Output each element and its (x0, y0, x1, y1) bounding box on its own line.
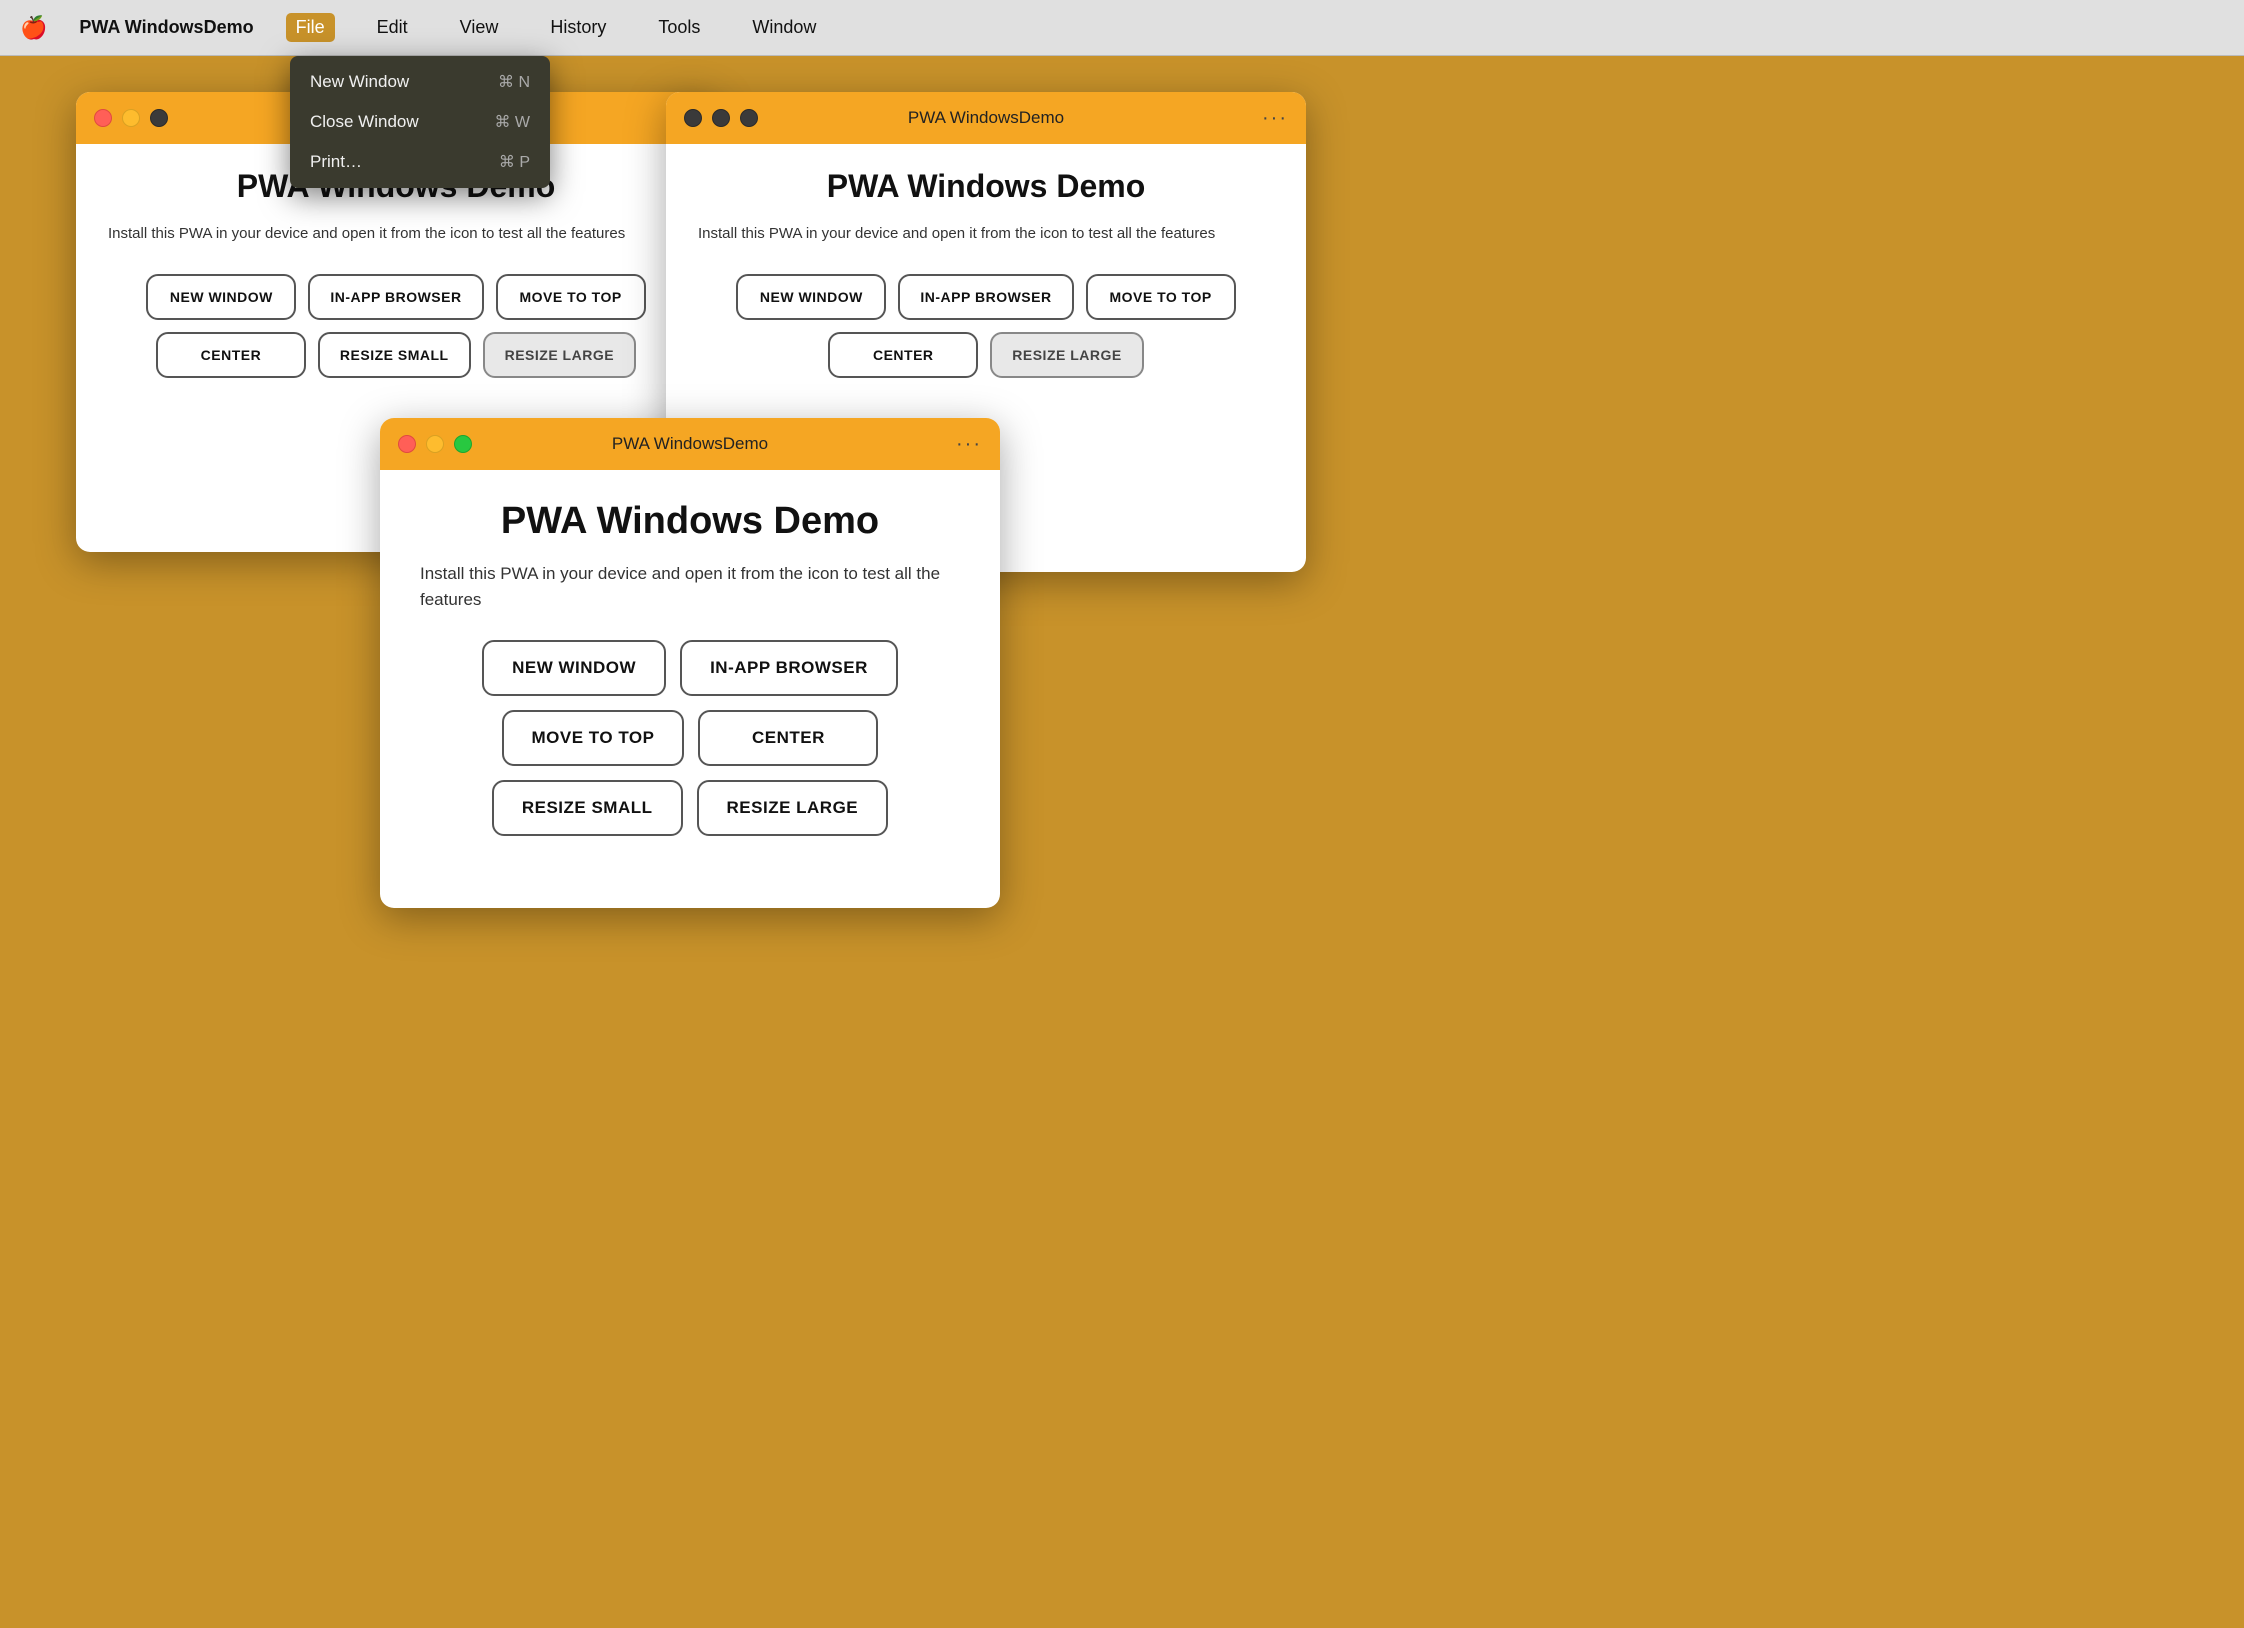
print-shortcut: ⌘ P (499, 152, 530, 172)
window-2-body: PWA Windows Demo Install this PWA in you… (666, 144, 1306, 408)
window-2-btn-resize-large[interactable]: RESIZE LARGE (990, 332, 1143, 378)
new-window-shortcut: ⌘ N (498, 72, 530, 92)
window-2-btn-center[interactable]: CENTER (828, 332, 978, 378)
menu-window[interactable]: Window (742, 13, 826, 42)
window-2-btn-grid: NEW WINDOW IN-APP BROWSER MOVE TO TOP CE… (698, 274, 1274, 378)
window-1-minimize-button[interactable] (122, 109, 140, 127)
menu-view[interactable]: View (450, 13, 509, 42)
window-1-btn-grid: NEW WINDOW IN-APP BROWSER MOVE TO TOP CE… (108, 274, 684, 378)
window-3-app-desc: Install this PWA in your device and open… (420, 561, 960, 612)
close-window-label: Close Window (310, 112, 419, 132)
menu-item-close-window[interactable]: Close Window ⌘ W (290, 102, 550, 142)
window-1-traffic-lights (94, 109, 168, 127)
menu-tools[interactable]: Tools (648, 13, 710, 42)
window-3-minimize-button[interactable] (426, 435, 444, 453)
window-1-close-button[interactable] (94, 109, 112, 127)
window-3-app-title: PWA Windows Demo (420, 500, 960, 543)
window-2-minimize-button[interactable] (712, 109, 730, 127)
menu-item-new-window[interactable]: New Window ⌘ N (290, 62, 550, 102)
window-2-app-desc: Install this PWA in your device and open… (698, 223, 1274, 246)
menu-bar: 🍎 PWA WindowsDemo File Edit View History… (0, 0, 2244, 56)
window-2-titlebar: PWA WindowsDemo ··· (666, 92, 1306, 144)
window-2-btn-move-to-top[interactable]: MOVE TO TOP (1086, 274, 1236, 320)
window-3-traffic-lights (398, 435, 472, 453)
window-1-btn-resize-large[interactable]: RESIZE LARGE (483, 332, 636, 378)
window-1-fullscreen-button[interactable] (150, 109, 168, 127)
window-2-btn-new-window[interactable]: NEW WINDOW (736, 274, 886, 320)
window-3-btn-in-app-browser[interactable]: IN-APP BROWSER (680, 640, 898, 696)
window-1-app-desc: Install this PWA in your device and open… (108, 223, 684, 246)
window-2-fullscreen-button[interactable] (740, 109, 758, 127)
file-dropdown-menu: New Window ⌘ N Close Window ⌘ W Print… ⌘… (290, 56, 550, 188)
window-3-btn-center[interactable]: CENTER (698, 710, 878, 766)
window-3-more-icon[interactable]: ··· (956, 433, 982, 456)
window-1-btn-move-to-top[interactable]: MOVE TO TOP (496, 274, 646, 320)
window-2-btn-in-app-browser[interactable]: IN-APP BROWSER (898, 274, 1073, 320)
new-window-label: New Window (310, 72, 409, 92)
close-window-shortcut: ⌘ W (494, 112, 530, 132)
window-3-titlebar: PWA WindowsDemo ··· (380, 418, 1000, 470)
print-label: Print… (310, 152, 362, 172)
window-2-traffic-lights (684, 109, 758, 127)
window-3-btn-new-window[interactable]: NEW WINDOW (482, 640, 666, 696)
window-2-app-title: PWA Windows Demo (698, 168, 1274, 205)
window-1-btn-resize-small[interactable]: RESIZE SMALL (318, 332, 471, 378)
window-3-close-button[interactable] (398, 435, 416, 453)
window-1-btn-center[interactable]: CENTER (156, 332, 306, 378)
window-3-btn-resize-large[interactable]: RESIZE LARGE (697, 780, 889, 836)
window-2-title: PWA WindowsDemo (908, 108, 1064, 128)
window-2-more-icon[interactable]: ··· (1262, 107, 1288, 130)
window-3-btn-resize-small[interactable]: RESIZE SMALL (492, 780, 683, 836)
window-1-btn-new-window[interactable]: NEW WINDOW (146, 274, 296, 320)
menu-edit[interactable]: Edit (367, 13, 418, 42)
pwa-window-3: PWA WindowsDemo ··· PWA Windows Demo Ins… (380, 418, 1000, 908)
window-3-body: PWA Windows Demo Install this PWA in you… (380, 470, 1000, 876)
window-3-title: PWA WindowsDemo (612, 434, 768, 454)
window-1-btn-in-app-browser[interactable]: IN-APP BROWSER (308, 274, 483, 320)
menu-item-print[interactable]: Print… ⌘ P (290, 142, 550, 182)
apple-menu-icon[interactable]: 🍎 (20, 15, 47, 41)
window-3-btn-move-to-top[interactable]: MOVE TO TOP (502, 710, 685, 766)
menu-file[interactable]: File (286, 13, 335, 42)
window-2-close-button[interactable] (684, 109, 702, 127)
menu-history[interactable]: History (540, 13, 616, 42)
app-name-label: PWA WindowsDemo (79, 17, 253, 38)
window-3-btn-grid: NEW WINDOW IN-APP BROWSER MOVE TO TOP CE… (420, 640, 960, 836)
window-3-fullscreen-button[interactable] (454, 435, 472, 453)
